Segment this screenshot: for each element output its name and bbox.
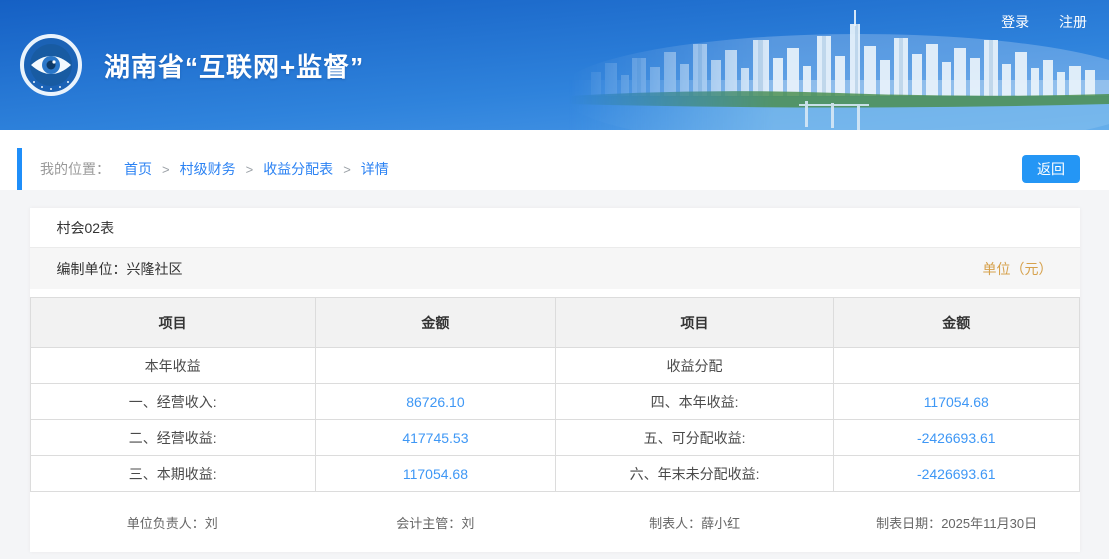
signature-value: 薛小红 xyxy=(701,516,740,531)
chevron-separator-icon: > xyxy=(246,162,254,177)
column-header-amount: 金额 xyxy=(834,298,1079,348)
amount-cell: 86726.10 xyxy=(315,384,555,420)
signature-accounting-supervisor: 会计主管：刘 xyxy=(315,513,555,532)
report-unit-row: 编制单位：兴隆社区 单位（元） xyxy=(30,248,1080,289)
section-label: 本年收益 xyxy=(30,348,315,384)
report-card: 村会02表 编制单位：兴隆社区 单位（元） 项目 金额 项目 金额 xyxy=(30,208,1080,552)
signature-label: 制表日期： xyxy=(876,516,941,531)
column-header-item: 项目 xyxy=(30,298,315,348)
signature-label: 单位负责人： xyxy=(127,516,205,531)
report-form-code: 村会02表 xyxy=(57,218,115,238)
amount-cell xyxy=(315,348,555,384)
item-label: 五、可分配收益: xyxy=(556,420,834,456)
signature-unit-head: 单位负责人：刘 xyxy=(30,513,316,532)
signature-label: 会计主管： xyxy=(396,516,461,531)
login-link[interactable]: 登录 xyxy=(1001,14,1029,30)
amount-cell: 117054.68 xyxy=(315,456,555,492)
report-unit-value: 兴隆社区 xyxy=(127,261,183,277)
brand: 湖南省“互联网+监督” xyxy=(20,0,364,130)
item-label: 三、本期收益: xyxy=(30,456,315,492)
item-label: 二、经营收益: xyxy=(30,420,315,456)
breadcrumb: 我的位置： 首页 > 村级财务 > 收益分配表 > 详情 返回 xyxy=(17,148,1092,190)
amount-cell: 117054.68 xyxy=(834,384,1079,420)
header-gap xyxy=(0,130,1109,148)
chevron-separator-icon: > xyxy=(343,162,351,177)
site-title: 湖南省“互联网+监督” xyxy=(104,47,364,84)
breadcrumb-item-home[interactable]: 首页 xyxy=(124,159,152,179)
currency-unit-note: 单位（元） xyxy=(983,259,1053,279)
report-unit: 编制单位：兴隆社区 xyxy=(57,259,183,279)
item-label: 一、经营收入: xyxy=(30,384,315,420)
breadcrumb-item-village-finance[interactable]: 村级财务 xyxy=(180,159,236,179)
column-header-amount: 金额 xyxy=(315,298,555,348)
section-label: 收益分配 xyxy=(556,348,834,384)
table-row: 一、经营收入: 86726.10 四、本年收益: 117054.68 xyxy=(30,384,1079,420)
table-row: 本年收益 收益分配 xyxy=(30,348,1079,384)
amount-cell xyxy=(834,348,1079,384)
amount-cell: -2426693.61 xyxy=(834,420,1079,456)
amount-cell: 417745.53 xyxy=(315,420,555,456)
signature-date: 制表日期：2025年11月30日 xyxy=(834,513,1080,532)
table-header-row: 项目 金额 项目 金额 xyxy=(30,298,1079,348)
breadcrumb-label: 我的位置： xyxy=(40,159,110,179)
signature-preparer: 制表人：薛小红 xyxy=(556,513,834,532)
amount-cell: -2426693.61 xyxy=(834,456,1079,492)
report-title-row: 村会02表 xyxy=(30,208,1080,248)
item-label: 六、年末未分配收益: xyxy=(556,456,834,492)
income-distribution-table: 项目 金额 项目 金额 本年收益 收益分配 一、经营收入: 86726.10 四… xyxy=(30,297,1080,492)
site-header: 登录 注册 湖南省“互联网+监督” xyxy=(0,0,1109,130)
back-button[interactable]: 返回 xyxy=(1022,155,1080,183)
chevron-separator-icon: > xyxy=(162,162,170,177)
column-header-item: 项目 xyxy=(556,298,834,348)
item-label: 四、本年收益: xyxy=(556,384,834,420)
auth-links: 登录 注册 xyxy=(975,12,1087,32)
main-area: 村会02表 编制单位：兴隆社区 单位（元） 项目 金额 项目 金额 xyxy=(0,190,1109,559)
signature-value: 刘 xyxy=(205,516,218,531)
signature-value: 刘 xyxy=(461,516,474,531)
table-row: 二、经营收益: 417745.53 五、可分配收益: -2426693.61 xyxy=(30,420,1079,456)
table-gap xyxy=(30,289,1080,297)
signature-label: 制表人： xyxy=(649,516,701,531)
site-logo-icon[interactable] xyxy=(20,34,82,96)
report-unit-label: 编制单位： xyxy=(57,261,127,277)
signature-value: 2025年11月30日 xyxy=(941,516,1037,531)
table-row: 三、本期收益: 117054.68 六、年末未分配收益: -2426693.61 xyxy=(30,456,1079,492)
signature-row: 单位负责人：刘 会计主管：刘 制表人：薛小红 制表日期：2025年11月30日 xyxy=(30,492,1080,552)
breadcrumb-item-income-distribution[interactable]: 收益分配表 xyxy=(263,159,333,179)
register-link[interactable]: 注册 xyxy=(1059,14,1087,30)
breadcrumb-item-detail[interactable]: 详情 xyxy=(361,159,389,179)
